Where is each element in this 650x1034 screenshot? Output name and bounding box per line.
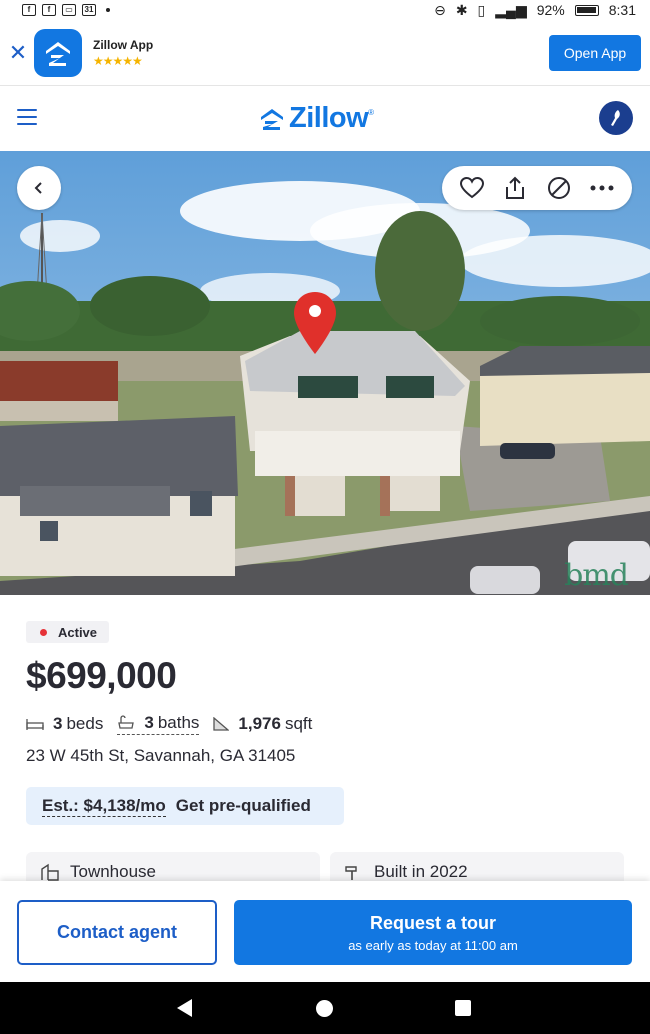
bed-icon: ▭ xyxy=(62,4,76,16)
listing-price: $699,000 xyxy=(26,655,177,696)
nav-home-icon[interactable] xyxy=(316,1000,333,1017)
bed-icon xyxy=(26,719,44,730)
chevron-left-icon xyxy=(34,182,42,194)
signal-icon: ▂▄▆ xyxy=(495,1,527,18)
year-built-label: Built in 2022 xyxy=(374,862,468,881)
system-nav-bar xyxy=(0,982,650,1034)
payment-estimate[interactable]: Est.: $4,138/mo Get pre-qualified xyxy=(26,787,344,825)
home-type-label: Townhouse xyxy=(70,862,157,881)
request-tour-button[interactable]: Request a tour as early as today at 11:0… xyxy=(234,900,632,965)
user-avatar-icon[interactable] xyxy=(599,101,633,135)
open-app-button[interactable]: Open App xyxy=(549,35,641,71)
request-tour-subtitle: as early as today at 11:00 am xyxy=(348,937,518,953)
beds-label: beds xyxy=(66,714,104,733)
sqft-value: 1,976 xyxy=(238,714,281,733)
photo-action-bar xyxy=(442,166,632,210)
status-dot-icon xyxy=(40,628,47,636)
hide-icon[interactable] xyxy=(545,174,573,202)
hamburger-menu-icon[interactable] xyxy=(17,109,37,130)
site-header: Zillow ® xyxy=(0,86,650,151)
request-tour-label: Request a tour xyxy=(369,912,497,933)
more-icon[interactable] xyxy=(588,174,616,202)
logo-text: Zillow xyxy=(289,102,369,134)
status-time: 8:31 xyxy=(608,2,636,18)
battery-icon xyxy=(574,4,599,16)
baths-label: baths xyxy=(157,713,200,732)
zillow-logo-icon xyxy=(261,108,283,130)
zillow-app-icon xyxy=(34,28,82,77)
vibrate-icon: ▯ xyxy=(477,1,486,18)
listing-photo[interactable]: bmd xyxy=(0,151,650,595)
app-install-banner: ✕ Zillow App ★★★★★ Open App xyxy=(0,20,650,86)
nav-back-icon[interactable] xyxy=(176,998,194,1018)
sqft-icon xyxy=(213,717,230,731)
bath-icon xyxy=(118,715,135,729)
banner-text: Zillow App ★★★★★ xyxy=(93,38,153,68)
beds-fact: 3 beds xyxy=(26,714,103,734)
sqft-fact: 1,976 sqft xyxy=(213,714,312,734)
status-label: Active xyxy=(58,624,98,640)
status-left-icons: f f ▭ 31 xyxy=(22,4,110,16)
house-photo-image xyxy=(0,151,650,595)
logo-registered-mark: ® xyxy=(368,108,375,117)
rating-stars: ★★★★★ xyxy=(93,53,143,68)
zillow-logo[interactable]: Zillow ® xyxy=(259,102,374,135)
baths-value: 3 xyxy=(144,713,154,732)
status-right-icons: ⊖ ✱ ▯ ▂▄▆ 92% 8:31 xyxy=(434,2,636,19)
back-button[interactable] xyxy=(17,166,61,210)
beds-value: 3 xyxy=(53,714,63,733)
listing-facts: 3 beds 3 baths 1,976 sqft xyxy=(26,713,326,735)
banner-title: Zillow App xyxy=(93,37,154,52)
facebook-icon: f xyxy=(22,4,36,16)
sync-icon: ⊖ xyxy=(434,1,446,18)
status-badge: Active xyxy=(26,621,110,643)
dot-icon xyxy=(106,8,110,12)
photo-watermark: bmd xyxy=(564,558,629,593)
battery-percent: 92% xyxy=(536,2,565,18)
bluetooth-icon: ✱ xyxy=(455,1,468,18)
bottom-action-bar: Contact agent Request a tour as early as… xyxy=(0,881,650,982)
baths-fact[interactable]: 3 baths xyxy=(117,713,200,735)
contact-agent-button[interactable]: Contact agent xyxy=(17,900,217,965)
calendar-icon: 31 xyxy=(82,4,96,16)
listing-details: Active $699,000 3 beds 3 baths 1,976 sqf… xyxy=(0,595,650,892)
estimate-label[interactable]: Est.: $4,138/mo xyxy=(42,796,166,817)
facebook-icon: f xyxy=(42,4,56,16)
nav-recents-icon[interactable] xyxy=(455,1000,471,1016)
status-bar: f f ▭ 31 ⊖ ✱ ▯ ▂▄▆ 92% 8:31 xyxy=(0,0,650,20)
close-icon[interactable]: ✕ xyxy=(2,40,34,66)
sqft-label: sqft xyxy=(284,714,313,733)
get-prequalified-link[interactable]: Get pre-qualified xyxy=(176,796,311,816)
heart-icon[interactable] xyxy=(458,174,486,202)
share-icon[interactable] xyxy=(501,174,529,202)
building-icon xyxy=(40,863,60,881)
hammer-icon xyxy=(344,863,364,881)
listing-address: 23 W 45th St, Savannah, GA 31405 xyxy=(26,746,296,765)
